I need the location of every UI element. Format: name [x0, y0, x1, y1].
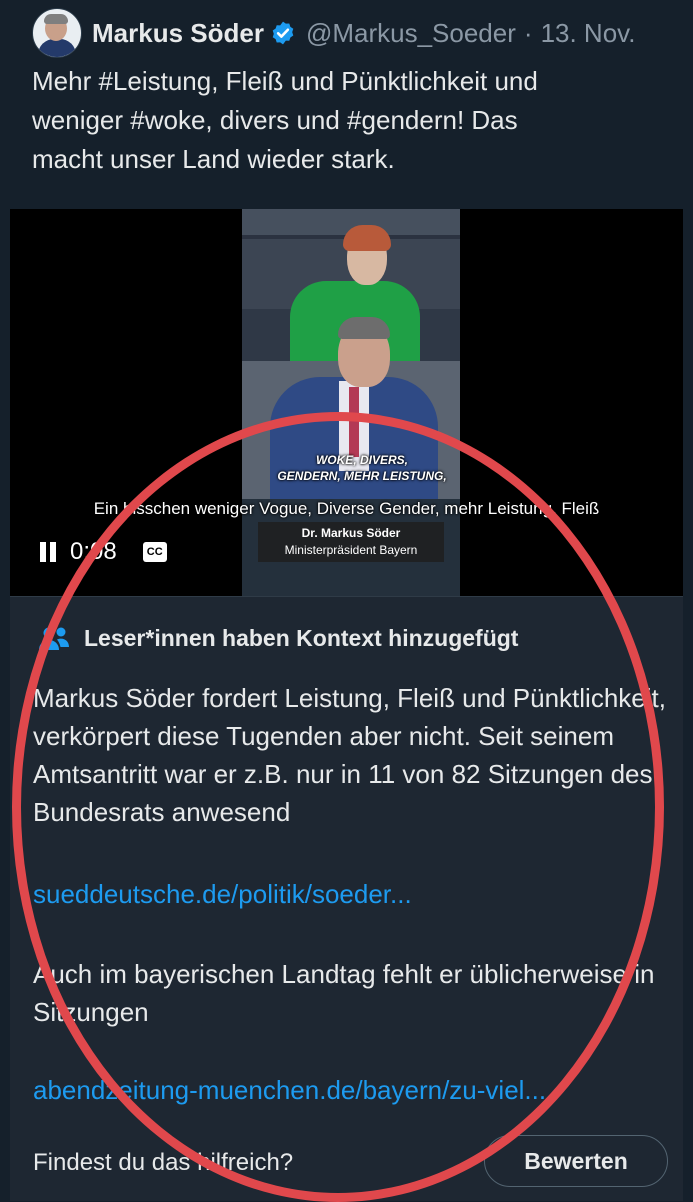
video-player[interactable]: WOKE, DIVERS, GENDERN, MEHR LEISTUNG, Dr…: [10, 209, 683, 596]
note-source-link-1[interactable]: sueddeutsche.de/politik/soeder...: [33, 879, 412, 910]
video-overlay-caption: WOKE, DIVERS, GENDERN, MEHR LEISTUNG,: [277, 453, 447, 483]
tweet-card: Markus Söder @Markus_Soeder · 13. Nov. M…: [0, 0, 693, 600]
community-note: Leser*innen haben Kontext hinzugefügt Ma…: [10, 596, 683, 1201]
nameplate-role: Ministerpräsident Bayern: [284, 543, 418, 557]
helpful-question: Findest du das hilfreich?: [33, 1149, 294, 1176]
video-controls: 0:08 CC: [40, 538, 167, 565]
author-name[interactable]: Markus Söder: [92, 18, 264, 49]
community-note-header: Leser*innen haben Kontext hinzugefügt: [38, 625, 518, 652]
nameplate-name: Dr. Markus Söder: [301, 526, 401, 540]
community-note-body-2: Auch im bayerischen Landtag fehlt er übl…: [33, 959, 655, 1027]
note-source-link-2[interactable]: abendzeitung-muenchen.de/bayern/zu-viel.…: [33, 1075, 546, 1106]
author-handle[interactable]: @Markus_Soeder: [306, 18, 516, 49]
tweet-text: Mehr #Leistung, Fleiß und Pünktlichkeit …: [32, 66, 538, 174]
video-subtitle: Ein bisschen weniger Vogue, Diverse Gend…: [93, 499, 600, 518]
video-time: 0:08: [70, 538, 117, 565]
verified-badge-icon: [272, 21, 294, 45]
avatar[interactable]: [32, 8, 82, 58]
speaker-nameplate: Dr. Markus Söder Ministerpräsident Bayer…: [258, 522, 444, 562]
tweet-date[interactable]: 13. Nov.: [541, 18, 636, 49]
pause-icon[interactable]: [40, 542, 58, 562]
rate-button[interactable]: Bewerten: [484, 1135, 668, 1187]
tweet-header: Markus Söder @Markus_Soeder · 13. Nov.: [32, 8, 682, 58]
community-note-title: Leser*innen haben Kontext hinzugefügt: [84, 625, 519, 651]
cc-icon[interactable]: CC: [142, 542, 167, 562]
separator-dot: ·: [523, 17, 533, 48]
community-note-body: Markus Söder fordert Leistung, Fleiß und…: [33, 683, 666, 827]
video-frame: WOKE, DIVERS, GENDERN, MEHR LEISTUNG, Dr…: [242, 209, 460, 596]
people-icon: [39, 627, 69, 650]
